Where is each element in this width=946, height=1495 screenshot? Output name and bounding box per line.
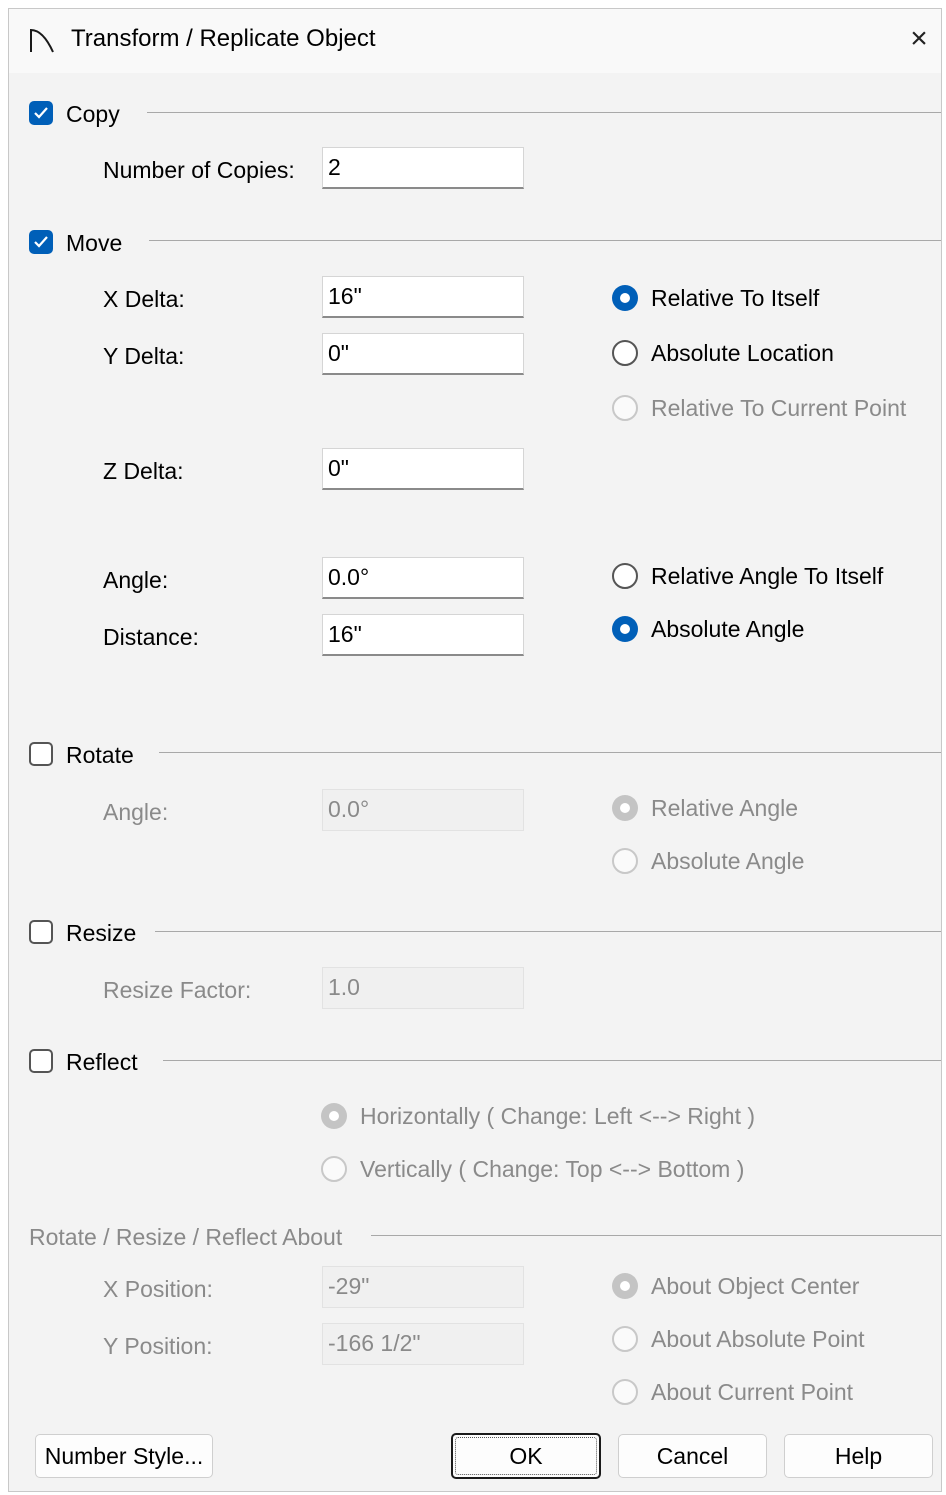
about-object-center-label: About Object Center	[651, 1273, 860, 1299]
help-button[interactable]: Help	[784, 1434, 933, 1478]
x-position-input: -29"	[322, 1266, 524, 1308]
z-delta-input[interactable]: 0"	[322, 448, 524, 490]
about-object-center-radio	[612, 1273, 638, 1299]
absolute-angle-radio[interactable]	[612, 616, 638, 642]
move-divider	[149, 240, 941, 241]
title-bar[interactable]: Transform / Replicate Object ×	[9, 9, 941, 73]
resize-factor-label: Resize Factor:	[103, 977, 252, 1003]
x-delta-label: X Delta:	[103, 286, 185, 312]
copies-input[interactable]: 2	[322, 147, 524, 189]
about-absolute-point-radio	[612, 1326, 638, 1352]
resize-checkbox[interactable]	[29, 920, 53, 944]
about-current-point-radio	[612, 1379, 638, 1405]
about-current-point-label: About Current Point	[651, 1379, 854, 1405]
move-checkbox[interactable]	[29, 230, 53, 254]
copy-divider	[147, 112, 941, 113]
number-style-button[interactable]: Number Style...	[35, 1434, 213, 1478]
x-position-label: X Position:	[103, 1276, 213, 1302]
cancel-button[interactable]: Cancel	[618, 1434, 767, 1478]
copy-section-label[interactable]: Copy	[66, 99, 120, 129]
absolute-location-label[interactable]: Absolute Location	[651, 338, 834, 368]
transform-replicate-dialog: Transform / Replicate Object × Copy Numb…	[8, 8, 942, 1492]
horizontally-radio	[321, 1103, 347, 1129]
copy-checkbox[interactable]	[29, 101, 53, 125]
relative-angle-label: Relative Angle	[651, 795, 799, 821]
y-position-label: Y Position:	[103, 1333, 213, 1359]
move-angle-label: Angle:	[103, 567, 169, 593]
absolute-location-radio[interactable]	[612, 340, 638, 366]
x-delta-input[interactable]: 16"	[322, 276, 524, 318]
move-section-label[interactable]: Move	[66, 228, 122, 258]
y-delta-input[interactable]: 0"	[322, 333, 524, 375]
close-icon[interactable]: ×	[899, 19, 939, 59]
ok-button[interactable]: OK	[451, 1433, 601, 1479]
vertically-label: Vertically ( Change: Top <--> Bottom )	[360, 1156, 745, 1182]
rotate-absolute-angle-radio	[612, 848, 638, 874]
y-delta-label: Y Delta:	[103, 343, 185, 369]
window-title: Transform / Replicate Object	[71, 25, 376, 52]
vertically-radio	[321, 1156, 347, 1182]
copies-label: Number of Copies:	[103, 157, 295, 183]
arc-icon	[29, 27, 55, 53]
rotate-section-label[interactable]: Rotate	[66, 740, 134, 770]
about-section-label: Rotate / Resize / Reflect About	[29, 1224, 343, 1250]
distance-label: Distance:	[103, 624, 199, 650]
reflect-section-label[interactable]: Reflect	[66, 1047, 138, 1077]
reflect-checkbox[interactable]	[29, 1049, 53, 1073]
distance-input[interactable]: 16"	[322, 614, 524, 656]
rotate-absolute-angle-label: Absolute Angle	[651, 848, 805, 874]
resize-section-label[interactable]: Resize	[66, 918, 136, 948]
z-delta-label: Z Delta:	[103, 458, 184, 484]
rotate-angle-label: Angle:	[103, 799, 169, 825]
focus-ring	[455, 1437, 597, 1475]
relative-angle-to-itself-radio[interactable]	[612, 563, 638, 589]
relative-angle-radio	[612, 795, 638, 821]
absolute-angle-label[interactable]: Absolute Angle	[651, 614, 804, 644]
relative-to-current-point-label: Relative To Current Point	[651, 395, 907, 421]
relative-angle-to-itself-label[interactable]: Relative Angle To Itself	[651, 561, 883, 591]
resize-divider	[155, 931, 941, 932]
relative-to-itself-label[interactable]: Relative To Itself	[651, 283, 819, 313]
rotate-divider	[159, 752, 941, 753]
horizontally-label: Horizontally ( Change: Left <--> Right )	[360, 1103, 756, 1129]
resize-factor-input: 1.0	[322, 967, 524, 1009]
rotate-checkbox[interactable]	[29, 742, 53, 766]
rotate-angle-input: 0.0°	[322, 789, 524, 831]
about-divider	[371, 1235, 941, 1236]
relative-to-itself-radio[interactable]	[612, 285, 638, 311]
move-angle-input[interactable]: 0.0°	[322, 557, 524, 599]
reflect-divider	[163, 1060, 941, 1061]
y-position-input: -166 1/2"	[322, 1323, 524, 1365]
about-absolute-point-label: About Absolute Point	[651, 1326, 865, 1352]
relative-to-current-point-radio	[612, 395, 638, 421]
